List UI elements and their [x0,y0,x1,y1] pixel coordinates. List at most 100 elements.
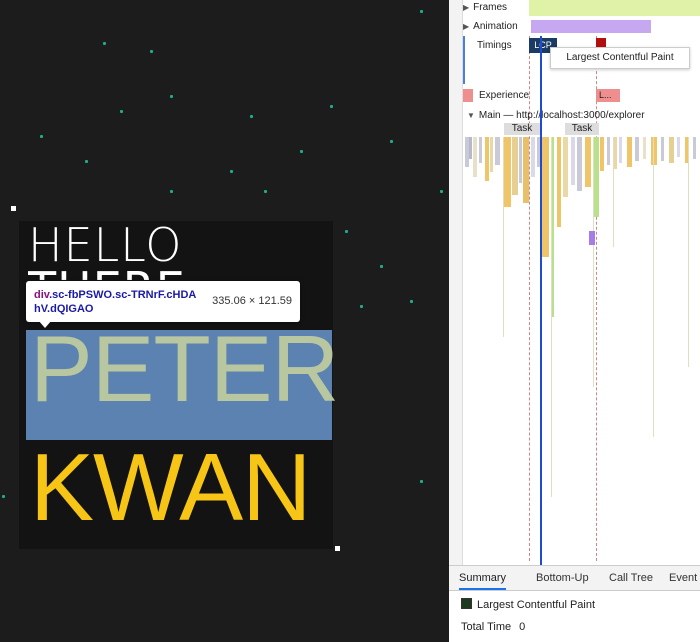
lcp-tooltip: Largest Contentful Paint [550,47,690,69]
flame-tail [613,137,614,247]
timings-track-label: Timings [477,40,512,51]
star [250,115,253,118]
flame-block[interactable] [589,231,595,245]
flame-block[interactable] [469,137,472,159]
frames-track-label: Frames [473,2,508,13]
flame-tail [551,137,552,497]
star [40,135,43,138]
star [264,190,267,193]
tooltip-tag: div [34,289,50,301]
flame-block[interactable] [473,137,477,177]
flame-block[interactable] [619,137,622,163]
flame-block[interactable] [661,137,664,161]
tooltip-arrow [38,320,52,328]
tab-call-tree[interactable]: Call Tree [609,566,653,590]
flame-block[interactable] [512,137,518,195]
star [300,150,303,153]
flame-block[interactable] [585,137,591,187]
selection-handle-top-left [11,206,16,211]
flame-block[interactable] [490,137,493,172]
collapse-triangle-icon[interactable]: ▶ [463,3,469,12]
bottom-tab-bar: Summary Bottom-Up Call Tree Event [449,565,700,591]
flame-block[interactable] [531,137,535,177]
summary-title-text: Largest Contentful Paint [477,599,596,611]
flame-block[interactable] [479,137,482,163]
main-track-header[interactable]: ▼ Main — http://localhost:3000/explorer [467,110,645,121]
flame-block[interactable] [643,137,646,159]
total-time-value: 0 [519,621,526,633]
star [410,300,413,303]
task-block[interactable]: Task [565,123,599,135]
flame-block[interactable] [541,137,549,257]
flame-tail [593,137,594,387]
star [170,190,173,193]
flame-block[interactable] [495,137,500,165]
flame-block[interactable] [677,137,680,157]
frames-track-header[interactable]: ▶ Frames [463,2,507,13]
animation-track-bar[interactable] [531,20,651,33]
summary-title: Largest Contentful Paint [461,598,595,611]
star [103,42,106,45]
star [345,230,348,233]
there-heading: THERE [28,262,186,280]
flame-tail [688,137,689,367]
flame-block[interactable] [557,137,561,227]
flame-block[interactable] [635,137,639,161]
star [360,305,363,308]
total-time-row: Total Time 0 [461,621,525,633]
page-preview: HELLO THERE PETER KWAN div.sc-fbPSWO.sc-… [0,0,449,642]
flame-block[interactable] [651,137,657,165]
animation-track-header[interactable]: ▶ Animation [463,21,518,32]
first-name-text: PETER [30,316,339,421]
flame-block[interactable] [563,137,568,197]
selection-handle-bottom-right [335,546,340,551]
task-block[interactable]: Task [504,123,540,135]
last-name-text: KWAN [30,434,311,541]
star [390,140,393,143]
flame-block[interactable] [523,137,529,203]
star [120,110,123,113]
star [2,495,5,498]
tooltip-selector: div.sc-fbPSWO.sc-TRNrF.cHDAhV.dQIGAO [34,288,199,316]
flame-block[interactable] [571,137,575,185]
track-gutter [449,0,463,565]
flame-block[interactable] [607,137,610,165]
devtools-performance-panel: ▶ Frames ▶ Animation Timings LCP Largest C… [449,0,700,642]
experience-marker-lcp[interactable]: L... [596,89,620,102]
star [440,190,443,193]
tooltip-classes: .sc-fbPSWO.sc-TRNrF.cHDAhV.dQIGAO [34,289,197,315]
star [150,50,153,53]
tooltip-size: 335.06 × 121.59 [212,295,292,307]
star [170,95,173,98]
experience-marker[interactable] [463,89,473,102]
star [330,105,333,108]
tab-summary[interactable]: Summary [459,566,507,590]
total-time-label: Total Time [461,621,512,633]
star [380,265,383,268]
flame-block[interactable] [669,137,674,163]
flame-chart[interactable] [463,137,700,537]
frames-track-bar[interactable] [529,0,700,16]
expand-triangle-icon[interactable]: ▼ [467,111,475,120]
flame-tail [653,137,654,437]
inspect-tooltip: div.sc-fbPSWO.sc-TRNrF.cHDAhV.dQIGAO 335… [26,281,300,322]
flame-block[interactable] [485,137,489,181]
collapse-triangle-icon[interactable]: ▶ [463,22,469,31]
experience-track-label: Experience [479,90,530,101]
main-track-label: Main — http://localhost:3000/explorer [478,110,645,121]
flame-tail [503,137,504,337]
star [420,480,423,483]
event-color-swatch [461,598,472,609]
lcp-time-marker-line [540,36,542,565]
flame-block[interactable] [693,137,696,159]
animation-track-label: Animation [473,21,518,32]
star [420,10,423,13]
flame-block[interactable] [503,137,511,207]
flame-block[interactable] [577,137,582,191]
flame-block[interactable] [519,137,522,183]
flame-block[interactable] [600,137,604,171]
star [85,160,88,163]
flame-block[interactable] [627,137,632,167]
tab-event-log[interactable]: Event [669,566,697,590]
tab-bottom-up[interactable]: Bottom-Up [536,566,589,590]
